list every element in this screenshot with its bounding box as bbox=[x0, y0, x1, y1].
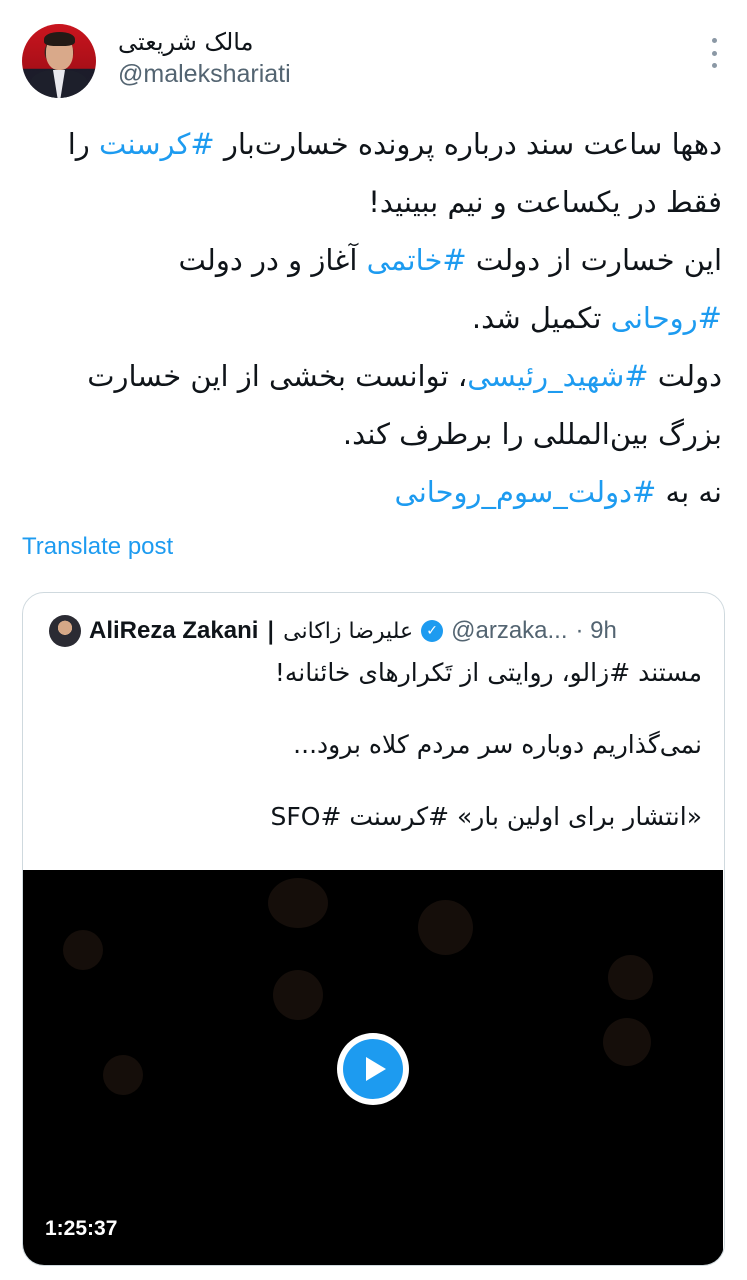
tweet-text-segment: را bbox=[67, 127, 99, 161]
video-bokeh bbox=[63, 930, 103, 970]
tweet-text-line: #روحانی تکمیل شد. bbox=[22, 289, 722, 347]
quoted-tweet-text: مستند #زالو، روایتی از تَکرارهای خائنانه… bbox=[52, 655, 702, 835]
more-dot bbox=[711, 63, 717, 68]
tweet-text-segment: فقط در یکساعت و نیم ببینید! bbox=[368, 185, 722, 219]
quoted-author-name-fa[interactable]: علیرضا زاکانی bbox=[283, 619, 413, 644]
tweet-text: دهها ساعت سند درباره پرونده خسارت‌بار #ک… bbox=[22, 115, 722, 521]
play-button[interactable] bbox=[337, 1033, 409, 1105]
quoted-tweet[interactable]: AliReza Zakani | علیرضا زاکانی ✓ @arzaka… bbox=[22, 592, 725, 1266]
more-dot bbox=[711, 38, 717, 43]
quoted-tweet-paragraph: «انتشار برای اولین بار» #کرسنت #SFO bbox=[270, 802, 702, 831]
tweet-text-segment: ، توانست بخشی از این خسارت bbox=[87, 359, 468, 393]
avatar-hair bbox=[44, 32, 75, 46]
hashtag-link[interactable]: #کرسنت bbox=[99, 127, 215, 161]
more-options-icon[interactable] bbox=[709, 38, 719, 68]
video-bokeh bbox=[608, 955, 653, 1000]
tweet-text-segment: دولت bbox=[648, 359, 722, 393]
translate-post-link[interactable]: Translate post bbox=[22, 533, 173, 561]
quoted-tweet-header: AliReza Zakani | علیرضا زاکانی ✓ @arzaka… bbox=[49, 615, 699, 647]
quoted-author-name[interactable]: AliReza Zakani bbox=[89, 617, 258, 645]
tweet-text-segment: این خسارت از دولت bbox=[466, 243, 722, 277]
video-bokeh bbox=[603, 1018, 651, 1066]
video-bokeh bbox=[418, 900, 473, 955]
quoted-tweet-time[interactable]: · 9h bbox=[576, 617, 617, 645]
quoted-author-avatar[interactable] bbox=[49, 615, 81, 647]
video-bokeh bbox=[273, 970, 323, 1020]
tweet-text-segment: آغاز و در دولت bbox=[178, 243, 367, 277]
video-bokeh bbox=[268, 878, 328, 928]
tweet-text-segment: تکمیل شد. bbox=[471, 301, 611, 335]
tweet-text-line: نه به #دولت_سوم_روحانی bbox=[22, 463, 722, 521]
author-handle[interactable]: @malekshariati bbox=[118, 60, 291, 89]
tweet-text-segment: نه به bbox=[656, 475, 722, 509]
more-dot bbox=[711, 50, 717, 56]
video-player[interactable]: 1:25:37 bbox=[23, 870, 723, 1265]
hashtag-link[interactable]: #روحانی bbox=[611, 301, 722, 335]
tweet-text-segment: بزرگ بین‌المللی را برطرف کند. bbox=[342, 417, 722, 451]
author-avatar[interactable] bbox=[22, 24, 96, 98]
quoted-author-handle[interactable]: @arzaka... bbox=[451, 617, 567, 645]
author-names[interactable]: مالک شریعتی @malekshariati bbox=[118, 28, 291, 89]
verified-badge-icon: ✓ bbox=[421, 620, 444, 642]
quoted-tweet-paragraph: نمی‌گذاریم دوباره سر مردم کلاه برود... bbox=[293, 730, 702, 759]
tweet-header: مالک شریعتی @malekshariati bbox=[22, 22, 725, 102]
author-display-name[interactable]: مالک شریعتی bbox=[118, 28, 291, 56]
video-duration: 1:25:37 bbox=[45, 1217, 118, 1240]
quoted-tweet-paragraph: مستند #زالو، روایتی از تَکرارهای خائنانه… bbox=[274, 658, 702, 687]
tweet-text-line: دولت #شهید_رئیسی، توانست بخشی از این خسا… bbox=[22, 347, 722, 405]
tweet-text-segment: دهها ساعت سند درباره پرونده خسارت‌بار bbox=[214, 127, 722, 161]
hashtag-link[interactable]: #شهید_رئیسی bbox=[467, 359, 648, 393]
tweet-text-line: دهها ساعت سند درباره پرونده خسارت‌بار #ک… bbox=[22, 115, 722, 173]
tweet-text-line: بزرگ بین‌المللی را برطرف کند. bbox=[22, 405, 722, 463]
tweet-text-line: این خسارت از دولت #خاتمی آغاز و در دولت bbox=[22, 231, 722, 289]
hashtag-link[interactable]: #خاتمی bbox=[367, 243, 467, 277]
hashtag-link[interactable]: #دولت_سوم_روحانی bbox=[395, 475, 657, 509]
quoted-name-separator: | bbox=[266, 617, 276, 645]
play-icon bbox=[343, 1039, 403, 1099]
tweet-text-line: فقط در یکساعت و نیم ببینید! bbox=[22, 173, 722, 231]
video-bokeh bbox=[103, 1055, 143, 1095]
